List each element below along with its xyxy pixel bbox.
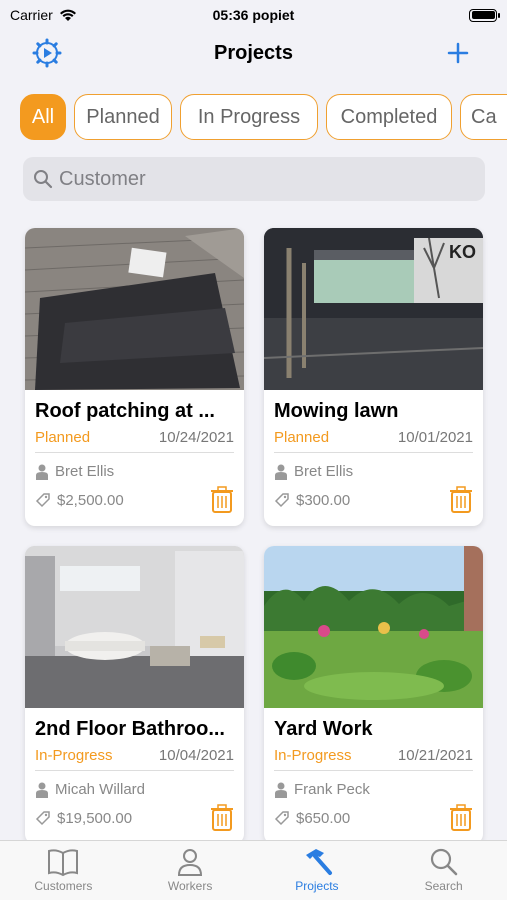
tab-customers-label: Customers <box>34 879 93 893</box>
book-icon <box>48 849 79 877</box>
person-icon <box>36 464 48 480</box>
search-icon <box>34 170 53 189</box>
tab-search-label: Search <box>424 879 463 893</box>
hammer-icon <box>305 849 332 875</box>
tab-projects[interactable]: Projects <box>254 841 381 900</box>
filter-chip-all[interactable]: All <box>20 94 66 140</box>
tab-bar: Customers Workers Projects Search <box>0 840 507 900</box>
garden-image <box>264 546 483 708</box>
carrier-label: Carrier <box>10 7 53 23</box>
project-worker: Bret Ellis <box>55 463 115 480</box>
project-worker: Frank Peck <box>294 781 370 798</box>
search-icon <box>430 848 457 876</box>
filter-chip-in-progress[interactable]: In Progress <box>180 94 318 140</box>
project-name: 2nd Floor Bathroo... <box>35 718 225 740</box>
project-status: In-Progress <box>35 747 113 764</box>
price-tag-icon <box>35 811 50 826</box>
project-name: Yard Work <box>274 718 373 740</box>
project-worker: Micah Willard <box>55 781 146 798</box>
person-icon <box>275 782 287 798</box>
filter-chip-completed[interactable]: Completed <box>326 94 452 140</box>
tab-workers[interactable]: Workers <box>127 841 254 900</box>
settings-gear-icon[interactable] <box>32 38 62 68</box>
price-tag-icon <box>274 811 289 826</box>
bathroom-image <box>25 546 244 708</box>
person-icon <box>178 849 203 876</box>
project-price: $19,500.00 <box>57 809 133 827</box>
trash-icon[interactable] <box>210 804 234 832</box>
project-price: $2,500.00 <box>57 491 124 509</box>
person-icon <box>275 464 287 480</box>
trash-icon[interactable] <box>449 804 473 832</box>
tab-workers-label: Workers <box>167 879 213 893</box>
project-price: $650.00 <box>296 809 351 827</box>
project-price: $300.00 <box>296 491 351 509</box>
filter-chip-planned[interactable]: Planned <box>74 94 172 140</box>
project-date: 10/24/2021 <box>158 429 234 446</box>
status-filter-bar: All Planned In Progress Completed Ca <box>20 94 507 140</box>
wifi-icon <box>59 9 76 21</box>
trash-icon[interactable] <box>210 486 234 514</box>
price-tag-icon <box>274 493 289 508</box>
project-date: 10/04/2021 <box>158 747 234 764</box>
search-bar <box>23 157 485 201</box>
project-date: 10/01/2021 <box>397 429 473 446</box>
tab-customers[interactable]: Customers <box>0 841 127 900</box>
project-status: In-Progress <box>274 747 352 764</box>
page-title: Projects <box>214 41 293 64</box>
project-name: Mowing lawn <box>274 400 399 422</box>
divider <box>274 770 473 771</box>
parking-lot-image: KO <box>264 228 483 390</box>
project-worker: Bret Ellis <box>294 463 354 480</box>
divider <box>274 452 473 453</box>
navigation-bar: Projects <box>0 30 507 76</box>
project-card[interactable]: Yard Work In-Progress 10/21/2021 Frank P… <box>264 546 483 844</box>
filter-chip-cancelled[interactable]: Ca <box>460 94 507 140</box>
customer-search-input[interactable] <box>59 167 459 191</box>
project-card[interactable]: 2nd Floor Bathroo... In-Progress 10/04/2… <box>25 546 244 844</box>
project-status: Planned <box>274 429 330 446</box>
svg-text:KO: KO <box>449 242 476 262</box>
project-name: Roof patching at ... <box>35 400 215 422</box>
project-date: 10/21/2021 <box>397 747 473 764</box>
divider <box>35 452 234 453</box>
add-project-icon[interactable] <box>443 38 473 68</box>
price-tag-icon <box>35 493 50 508</box>
person-icon <box>36 782 48 798</box>
trash-icon[interactable] <box>449 486 473 514</box>
roof-image <box>25 228 244 390</box>
project-card[interactable]: KO Mowing lawn Planned 10/01/2021 Bret E… <box>264 228 483 526</box>
divider <box>35 770 234 771</box>
tab-projects-label: Projects <box>295 879 339 893</box>
project-status: Planned <box>35 429 91 446</box>
battery-icon <box>469 8 500 22</box>
project-card[interactable]: Roof patching at ... Planned 10/24/2021 … <box>25 228 244 526</box>
tab-search[interactable]: Search <box>380 841 507 900</box>
status-bar: Carrier 05:36 popiet <box>0 0 507 30</box>
